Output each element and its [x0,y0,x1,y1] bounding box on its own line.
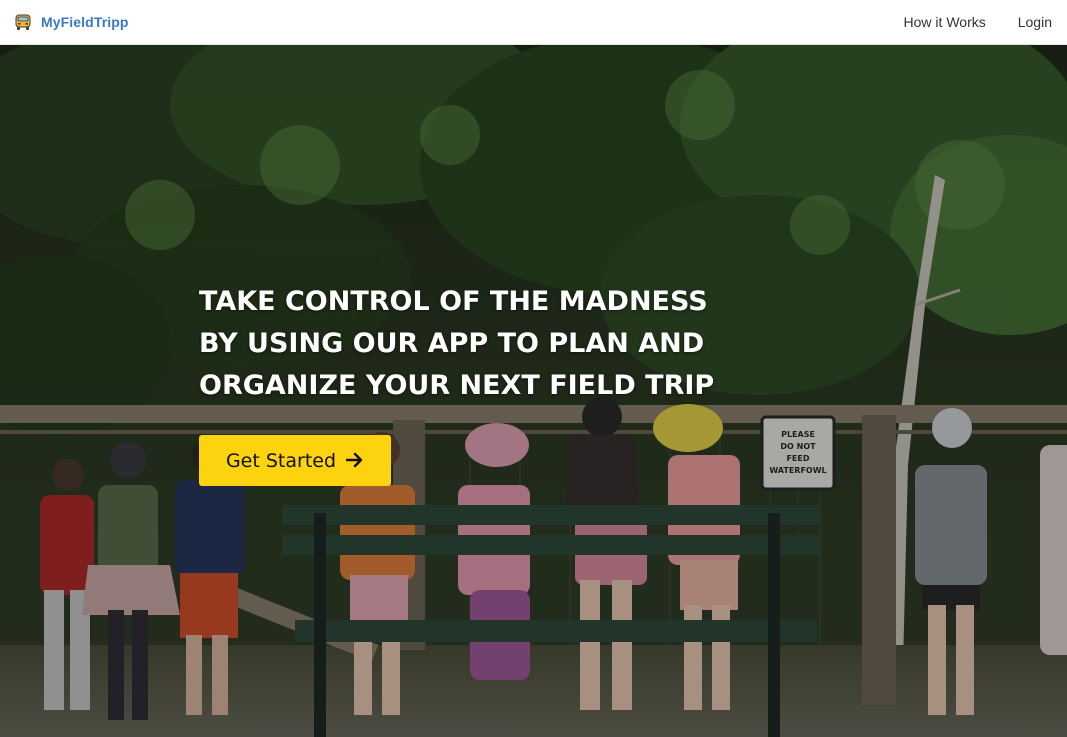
brand-link[interactable]: MyFieldTripp [14,13,129,31]
hero-headline: TAKE CONTROL OF THE MADNESS BY USING OUR… [199,281,719,407]
nav-link-login[interactable]: Login [1018,14,1052,30]
nav-link-how-it-works[interactable]: How it Works [904,14,986,30]
get-started-button[interactable]: Get Started [199,435,391,486]
hero-headline-line-1: TAKE CONTROL OF THE MADNESS [199,286,708,317]
get-started-label: Get Started [225,449,337,472]
top-navbar: MyFieldTripp How it Works Login [0,0,1067,45]
nav-links: How it Works Login [904,14,1052,30]
hero-headline-line-3: ORGANIZE YOUR NEXT FIELD TRIP [199,370,715,401]
school-bus-icon [15,14,31,30]
arrow-right-icon [345,451,364,471]
brand-name: MyFieldTripp [41,14,129,30]
hero-section: PLEASE DO NOT FEED WATERFOWL TAKE CONTRO… [0,45,1067,737]
hero-headline-line-2: BY USING OUR APP TO PLAN AND [199,328,705,359]
hero-content: TAKE CONTROL OF THE MADNESS BY USING OUR… [199,281,719,486]
